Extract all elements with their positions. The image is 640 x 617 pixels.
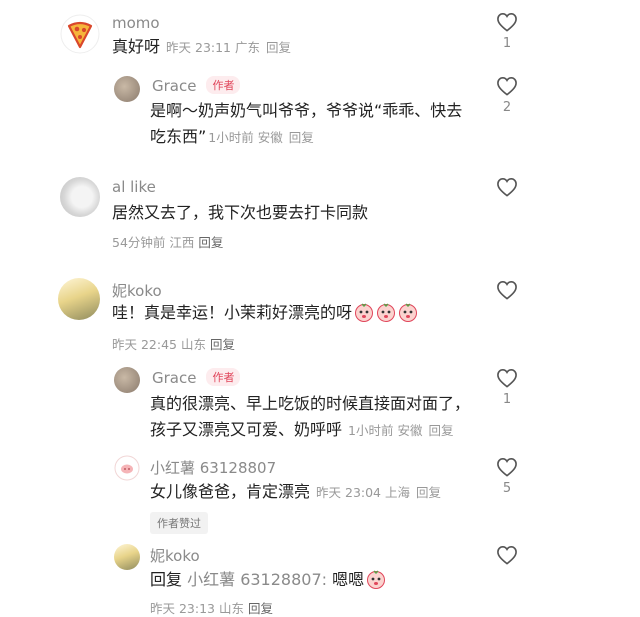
avatar[interactable] <box>60 14 100 54</box>
heart-icon <box>497 545 517 565</box>
username[interactable]: momo <box>112 14 160 32</box>
avatar[interactable] <box>114 367 140 393</box>
heart-icon <box>497 12 517 32</box>
username[interactable]: 小红薯 63128807 <box>150 457 276 478</box>
username-text: Grace <box>152 369 197 387</box>
reply-button[interactable]: 回复 <box>289 130 314 145</box>
pig-icon <box>114 455 140 481</box>
heart-icon <box>497 457 517 477</box>
reply-button[interactable]: 回复 <box>210 337 235 352</box>
like-count: 2 <box>502 100 512 115</box>
comment-meta: 昨天 23:11 广东 <box>166 40 260 55</box>
like-button[interactable]: 5 <box>495 457 519 496</box>
reply-body: 女儿像爸爸，肯定漂亮 <box>150 482 311 501</box>
blush-face-icon <box>398 302 418 330</box>
comment-meta: 54分钟前 江西 <box>112 235 195 250</box>
heart-icon <box>497 280 517 300</box>
author-badge: 作者 <box>206 76 241 94</box>
reply-button[interactable]: 回复 <box>428 423 453 438</box>
reply-body: 嗯嗯 <box>332 570 365 589</box>
like-count: 1 <box>502 36 512 51</box>
reply-text-line1: 真的很漂亮、早上吃饭的时候直接面对面了， <box>150 394 471 413</box>
username[interactable]: Grace 作者 <box>152 368 241 387</box>
mention-link[interactable]: 小红薯 63128807: <box>187 570 327 589</box>
pizza-icon <box>60 14 100 54</box>
reply-button[interactable]: 回复 <box>416 485 441 500</box>
comment-meta: 昨天 23:13 山东 <box>150 601 244 616</box>
reply-button[interactable]: 回复 <box>248 601 273 616</box>
avatar[interactable] <box>58 278 100 320</box>
comment-meta-line: 54分钟前 江西 回复 <box>112 232 223 251</box>
author-badge: 作者 <box>206 368 241 386</box>
reply-text: 回复 小红薯 63128807: 嗯嗯 <box>150 567 386 597</box>
reply-button[interactable]: 回复 <box>198 235 223 250</box>
author-liked-badge: 作者赞过 <box>150 512 208 534</box>
comment-body: 真好呀 <box>112 37 161 56</box>
like-button[interactable]: 1 <box>495 368 519 407</box>
reply-text-line2: 孩子又漂亮又可爱、奶呼呼 1小时前 安徽 回复 <box>150 417 453 444</box>
like-button[interactable] <box>495 280 519 300</box>
comment-meta: 1小时前 安徽 <box>348 423 423 438</box>
reply-body: 孩子又漂亮又可爱、奶呼呼 <box>150 420 343 439</box>
comment-meta: 昨天 23:04 上海 <box>316 485 410 500</box>
username-text: Grace <box>152 77 197 95</box>
comment-meta-line: 昨天 22:45 山东 回复 <box>112 334 235 353</box>
reply-button[interactable]: 回复 <box>266 40 291 55</box>
comment-body: 哇！真是幸运！小茉莉好漂亮的呀 <box>112 303 353 322</box>
username[interactable]: 妮koko <box>112 280 162 301</box>
comment-text: 哇！真是幸运！小茉莉好漂亮的呀 <box>112 300 418 330</box>
avatar[interactable] <box>114 544 140 570</box>
comment-text: 真好呀 昨天 23:11 广东 回复 <box>112 34 291 61</box>
reply-prefix: 回复 <box>150 570 183 589</box>
reply-text-line2: 吃东西” 1小时前 安徽 回复 <box>150 124 314 151</box>
heart-icon <box>497 76 517 96</box>
comment-meta: 1小时前 安徽 <box>208 130 283 145</box>
like-count: 5 <box>502 481 512 496</box>
avatar[interactable] <box>60 177 100 217</box>
heart-icon <box>497 177 517 197</box>
username[interactable]: Grace 作者 <box>152 76 241 95</box>
like-button[interactable] <box>495 177 519 197</box>
comment-body: 居然又去了，我下次也要去打卡同款 <box>112 203 369 222</box>
comment-meta: 昨天 22:45 山东 <box>112 337 206 352</box>
like-count: 1 <box>502 392 512 407</box>
blush-face-icon <box>376 302 396 330</box>
reply-body: 吃东西” <box>150 127 207 146</box>
username[interactable]: al like <box>112 178 156 196</box>
heart-icon <box>497 368 517 388</box>
blush-face-icon <box>366 569 386 597</box>
like-button[interactable]: 2 <box>495 76 519 115</box>
username[interactable]: 妮koko <box>150 545 200 566</box>
reply-text-line1: 是啊～奶声奶气叫爷爷，爷爷说“乖乖、快去 <box>150 101 463 120</box>
like-button[interactable]: 1 <box>495 12 519 51</box>
comment-meta-line: 昨天 23:13 山东 回复 <box>150 598 273 617</box>
avatar[interactable] <box>114 76 140 102</box>
avatar[interactable] <box>114 455 140 481</box>
reply-text: 女儿像爸爸，肯定漂亮 昨天 23:04 上海 回复 <box>150 479 441 506</box>
blush-face-icon <box>354 302 374 330</box>
like-button[interactable] <box>495 545 519 565</box>
